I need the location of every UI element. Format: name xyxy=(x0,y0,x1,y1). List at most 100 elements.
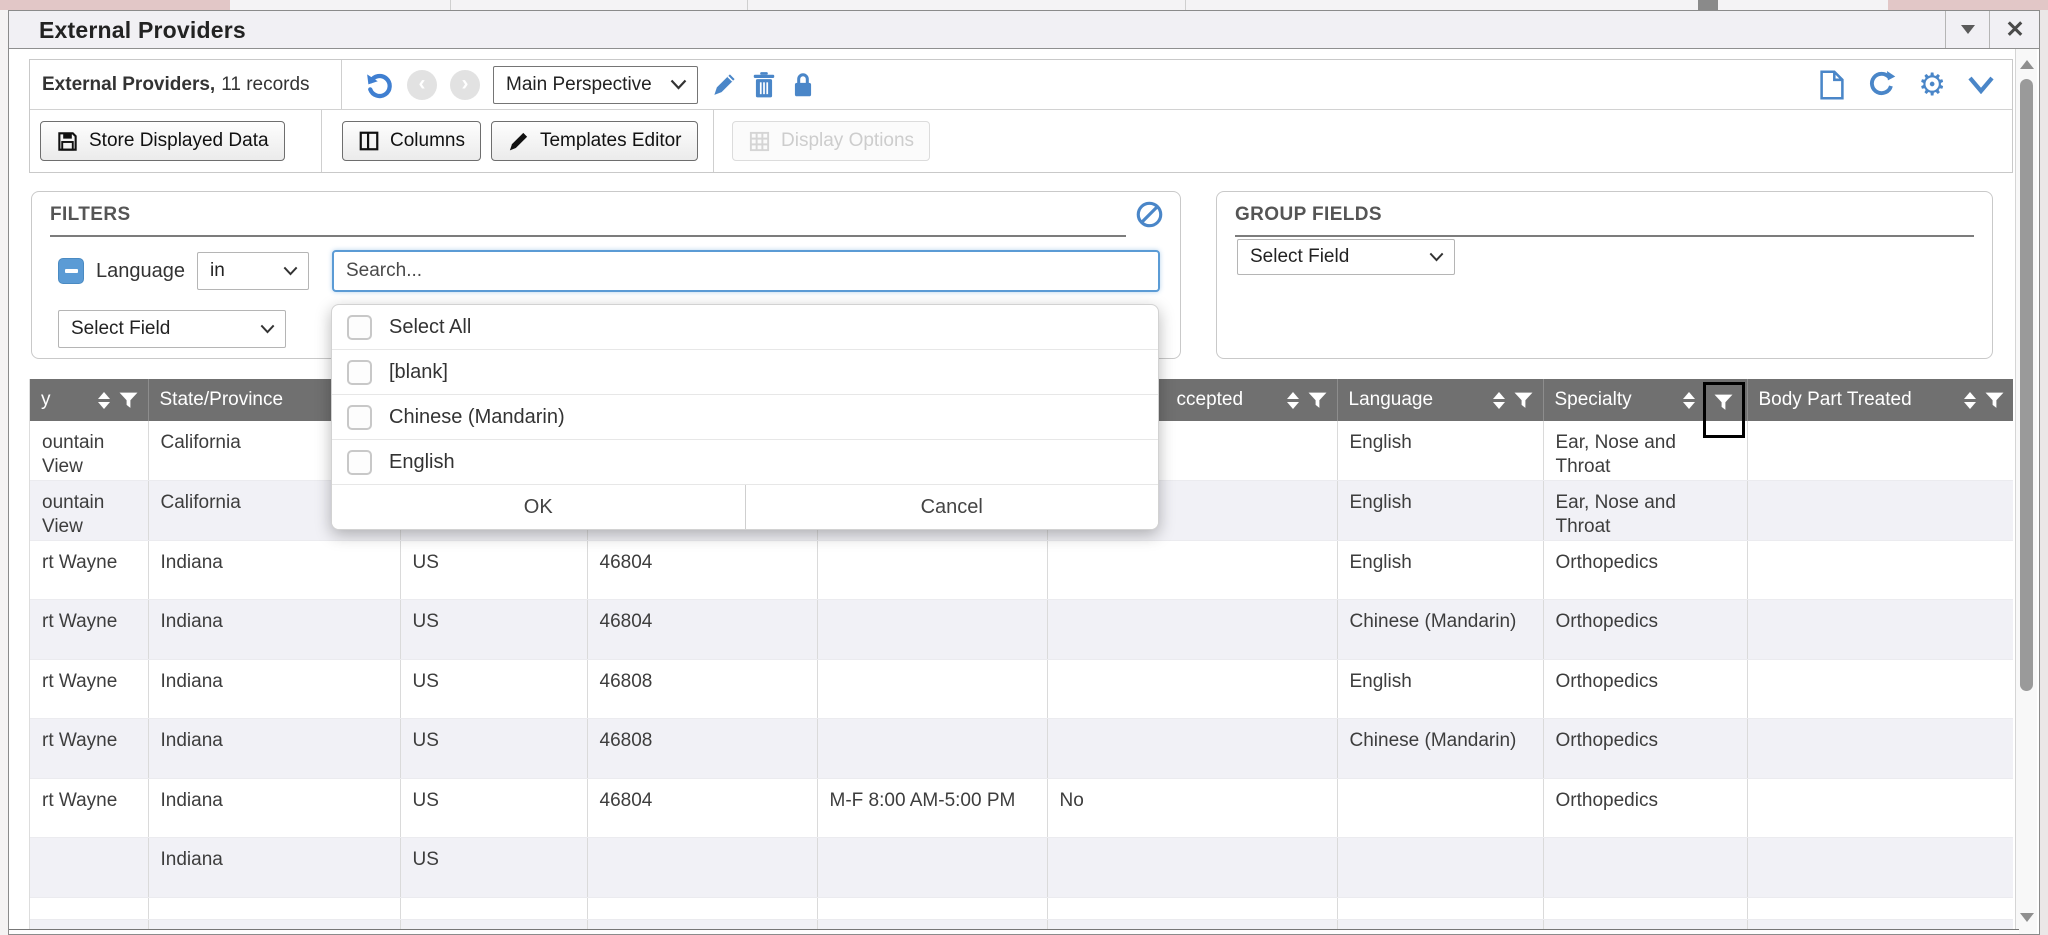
table-cell xyxy=(1543,919,1747,929)
table-cell xyxy=(817,600,1047,660)
specialty-filter-funnel-focused[interactable] xyxy=(1703,382,1745,438)
table-cell: rt Wayne xyxy=(30,778,148,838)
table-cell: English xyxy=(1337,481,1543,541)
column-header-city[interactable]: y xyxy=(30,379,148,421)
templates-editor-button[interactable]: Templates Editor xyxy=(491,121,698,161)
table-cell: 46804 xyxy=(587,778,817,838)
filters-title: FILTERS xyxy=(50,204,1126,237)
export-file-button[interactable] xyxy=(1819,70,1845,100)
sort-icon[interactable] xyxy=(1683,392,1695,409)
add-filter-field-select[interactable]: Select Field xyxy=(58,310,286,348)
table-cell: rt Wayne xyxy=(30,540,148,600)
table-cell: Indiana xyxy=(148,659,400,719)
edit-perspective-button[interactable] xyxy=(711,71,738,98)
lock-perspective-button[interactable] xyxy=(790,71,816,99)
scroll-down-button[interactable] xyxy=(2016,906,2038,928)
no-filter-icon xyxy=(1135,200,1164,229)
columns-button[interactable]: Columns xyxy=(342,121,481,161)
clear-filters-button[interactable] xyxy=(1135,200,1164,234)
column-header-specialty[interactable]: Specialty xyxy=(1543,379,1747,421)
filter-field-label: Language xyxy=(96,260,185,283)
filter-funnel-icon[interactable] xyxy=(1308,392,1327,409)
language-filter-checkbox[interactable] xyxy=(58,258,84,284)
table-cell: rt Wayne xyxy=(30,719,148,779)
option-label: English xyxy=(389,451,455,474)
table-cell xyxy=(1337,897,1543,919)
table-row[interactable]: rt WayneIndianaUS46804EnglishOrthopedics xyxy=(30,540,2013,600)
table-cell xyxy=(1747,540,2013,600)
sort-icon[interactable] xyxy=(98,392,110,409)
table-cell xyxy=(1047,897,1337,919)
checkbox-unchecked[interactable] xyxy=(347,450,372,475)
perspective-select[interactable]: Main Perspective xyxy=(493,66,698,104)
history-back-button[interactable]: ‹ xyxy=(407,70,437,100)
table-cell: 46808 xyxy=(587,659,817,719)
table-cell xyxy=(30,919,148,929)
dropdown-option-blank[interactable]: [blank] xyxy=(332,350,1158,395)
column-header-language[interactable]: Language xyxy=(1337,379,1543,421)
chevron-down-icon xyxy=(670,79,687,90)
toolbar-row-perspective: External Providers, 11 records ‹ › Main … xyxy=(30,60,2012,110)
table-cell xyxy=(30,897,148,919)
filter-search-input[interactable] xyxy=(332,250,1160,292)
table-cell xyxy=(817,919,1047,929)
indeterminate-dash-icon xyxy=(65,269,78,273)
chevron-down-icon xyxy=(260,324,275,334)
group-field-select[interactable]: Select Field xyxy=(1237,239,1455,275)
table-cell xyxy=(400,919,587,929)
refresh-button[interactable] xyxy=(1867,70,1896,99)
table-cell xyxy=(817,897,1047,919)
background-divider xyxy=(450,0,451,10)
table-cell xyxy=(1047,659,1337,719)
table-cell: US xyxy=(400,600,587,660)
checkbox-unchecked[interactable] xyxy=(347,315,372,340)
columns-icon xyxy=(358,130,380,152)
history-forward-button[interactable]: › xyxy=(450,70,480,100)
table-cell: US xyxy=(400,838,587,898)
dropdown-option-chinese-mandarin[interactable]: Chinese (Mandarin) xyxy=(332,395,1158,440)
arrow-down-icon xyxy=(2020,913,2034,922)
table-cell xyxy=(1747,421,2013,481)
checkbox-unchecked[interactable] xyxy=(347,360,372,385)
dialog-close-button[interactable]: ✕ xyxy=(1989,11,2040,48)
table-cell xyxy=(400,897,587,919)
filter-funnel-icon[interactable] xyxy=(1985,392,2004,409)
table-cell: Chinese (Mandarin) xyxy=(1337,600,1543,660)
delete-perspective-button[interactable] xyxy=(751,71,777,99)
undo-button[interactable] xyxy=(364,70,394,100)
collapse-toolbar-button[interactable] xyxy=(1968,76,1994,94)
dropdown-cancel-button[interactable]: Cancel xyxy=(745,485,1159,529)
chevron-down-icon xyxy=(283,266,298,276)
store-displayed-data-button[interactable]: Store Displayed Data xyxy=(40,121,285,161)
table-cell xyxy=(587,897,817,919)
settings-button[interactable]: ⚙ xyxy=(1918,69,1946,100)
filter-operator-select[interactable]: in xyxy=(197,252,309,290)
scroll-up-button[interactable] xyxy=(2016,53,2038,75)
dropdown-option-select-all[interactable]: Select All xyxy=(332,305,1158,350)
table-row[interactable]: rt WayneIndianaUS46804M-F 8:00 AM-5:00 P… xyxy=(30,778,2013,838)
sort-icon[interactable] xyxy=(1287,392,1299,409)
dropdown-ok-button[interactable]: OK xyxy=(332,485,745,529)
dropdown-option-english[interactable]: English xyxy=(332,440,1158,485)
filter-funnel-icon xyxy=(1714,394,1733,411)
table-cell: rt Wayne xyxy=(30,659,148,719)
table-cell: Orthopedics xyxy=(1543,719,1747,779)
table-row[interactable]: IndianaUS xyxy=(30,838,2013,898)
table-cell: Orthopedics xyxy=(1543,540,1747,600)
table-row[interactable]: rt WayneIndianaUS46808Chinese (Mandarin)… xyxy=(30,719,2013,779)
scrollbar-thumb[interactable] xyxy=(2020,79,2033,691)
lock-icon xyxy=(790,71,816,99)
table-row[interactable]: rt WayneIndianaUS46804Chinese (Mandarin)… xyxy=(30,600,2013,660)
dialog-menu-button[interactable] xyxy=(1945,11,1989,48)
filter-funnel-icon[interactable] xyxy=(119,392,138,409)
checkbox-unchecked[interactable] xyxy=(347,405,372,430)
sort-icon[interactable] xyxy=(1964,392,1976,409)
table-row[interactable] xyxy=(30,919,2013,929)
table-row[interactable]: rt WayneIndianaUS46808EnglishOrthopedics xyxy=(30,659,2013,719)
column-header-body-part-treated[interactable]: Body Part Treated xyxy=(1747,379,2013,421)
filter-funnel-icon[interactable] xyxy=(1514,392,1533,409)
table-row[interactable] xyxy=(30,897,2013,919)
sort-icon[interactable] xyxy=(1493,392,1505,409)
chevron-down-icon xyxy=(1429,252,1444,262)
table-cell: English xyxy=(1337,421,1543,481)
